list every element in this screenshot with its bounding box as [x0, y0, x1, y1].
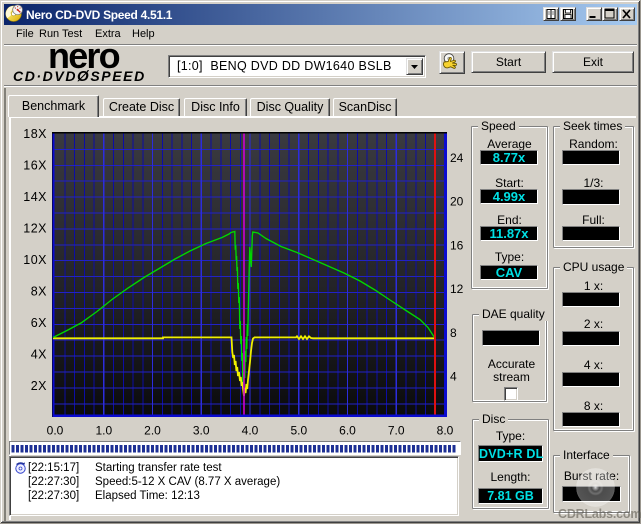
- svg-text:0.0: 0.0: [47, 424, 64, 438]
- svg-text:4.0: 4.0: [242, 424, 259, 438]
- svg-text:12X: 12X: [23, 222, 47, 236]
- svg-text:3.0: 3.0: [193, 424, 210, 438]
- svg-text:4X: 4X: [31, 348, 47, 362]
- svg-text:5.0: 5.0: [290, 424, 307, 438]
- svg-text:6.0: 6.0: [339, 424, 356, 438]
- svg-text:7.0: 7.0: [388, 424, 405, 438]
- svg-text:2.0: 2.0: [144, 424, 161, 438]
- svg-text:12: 12: [450, 282, 464, 296]
- svg-text:24: 24: [450, 151, 464, 165]
- svg-text:6X: 6X: [31, 316, 47, 330]
- svg-text:8: 8: [450, 326, 457, 340]
- svg-text:16X: 16X: [23, 159, 47, 173]
- svg-text:4: 4: [450, 370, 457, 384]
- svg-text:16: 16: [450, 238, 464, 252]
- svg-text:14X: 14X: [23, 190, 47, 204]
- svg-text:20: 20: [450, 195, 464, 209]
- svg-text:1.0: 1.0: [95, 424, 112, 438]
- svg-text:10X: 10X: [23, 253, 47, 267]
- svg-text:2X: 2X: [31, 379, 47, 393]
- svg-text:8.0: 8.0: [437, 424, 454, 438]
- svg-text:18X: 18X: [23, 127, 47, 141]
- svg-text:8X: 8X: [31, 285, 47, 299]
